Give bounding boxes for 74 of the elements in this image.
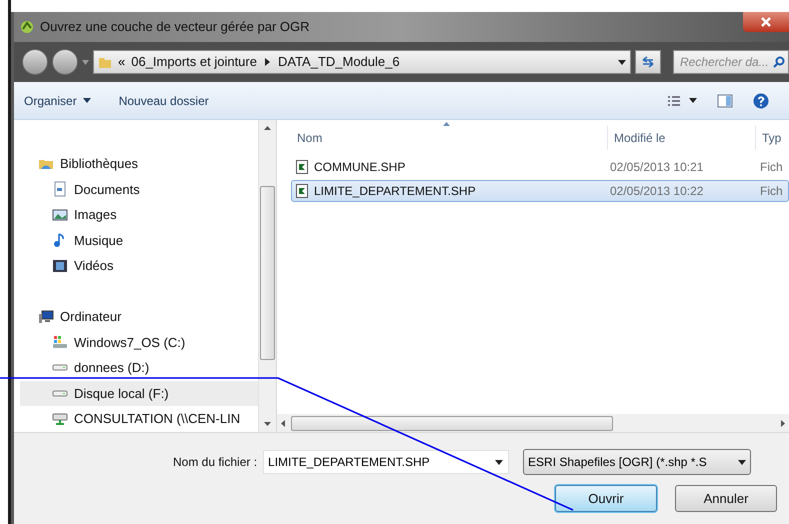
column-header[interactable]: Modifié le [607,126,755,150]
search-icon [773,56,785,68]
navigation-item[interactable]: Ordinateur [20,304,258,330]
caret-icon [689,98,697,103]
refresh-button[interactable] [635,50,661,74]
preview-pane-button[interactable] [717,94,733,108]
document-icon [52,181,68,198]
app-icon [20,20,34,34]
open-button[interactable]: Ouvrir [555,485,657,512]
netdrive-icon [52,412,68,425]
navigation-item[interactable]: CONSULTATION (\\CEN-LIN [20,406,258,432]
breadcrumb-link[interactable]: 06_Imports et jointure [131,52,257,72]
dropdown-arrow-icon[interactable] [618,60,626,64]
window-title: Ouvrez une couche de vecteur gérée par OGR [40,18,310,36]
file-type-dropdown[interactable]: ESRI Shapefiles [OGR] (*.shp *.S [523,449,752,475]
view-options-button[interactable] [667,94,697,106]
cancel-button[interactable]: Annuler [675,485,777,512]
nav-scrollbar[interactable] [258,120,276,432]
file-type: Fich [760,183,783,200]
breadcrumb-link[interactable]: DATA_TD_Module_6 [278,52,400,72]
computer-icon [38,308,54,325]
file-name: COMMUNE.SHP [314,159,406,176]
organize-menu-button[interactable]: Organiser [24,92,91,110]
modified-date: 02/05/2013 10:21 [610,159,704,176]
sort-arrow-icon [443,122,450,126]
navigation-item[interactable]: Documents [20,176,258,202]
navigation-item[interactable]: Windows7_OS (C:) [20,330,258,355]
scrollbar-thumb[interactable] [291,416,613,430]
navigation-item[interactable]: Bibliothèques [20,151,258,176]
caret-icon [495,460,504,465]
drive-icon [52,364,68,372]
forward-button[interactable] [52,49,78,75]
help-button[interactable] [753,92,769,108]
navigation-item[interactable]: Musique [20,228,258,253]
scroll-left-icon[interactable] [281,420,285,426]
column-header[interactable]: Nom [297,126,607,150]
caret-icon [82,98,91,103]
overflow-chevron[interactable]: « [118,52,126,72]
scroll-right-icon[interactable] [781,420,785,426]
scrollbar-thumb[interactable] [260,186,275,360]
address-bar[interactable]: « 06_Imports et jointure DATA_TD_Module_6 [93,50,631,74]
close-button[interactable] [743,12,789,32]
close-icon [761,17,771,27]
refresh-icon [641,56,655,68]
navigation-item[interactable]: donnees (D:) [20,355,258,380]
horizontal-scrollbar[interactable] [277,414,789,432]
new-folder-button[interactable]: Nouveau dossier [118,92,209,110]
video-icon [52,258,68,274]
search-field[interactable]: Rechercher da... [673,50,789,74]
help-icon [753,92,769,108]
file-name: LIMITE_DEPARTEMENT.SHP [314,183,476,200]
navigation-item[interactable]: Vidéos [20,253,258,278]
folder-icon [98,55,112,69]
navigation-item[interactable]: Disque local (F:) [20,380,258,406]
preview-pane-icon [717,94,733,108]
caret-icon [738,460,746,464]
column-header[interactable]: Typ [755,126,785,150]
separator-arrow-icon[interactable] [264,58,270,66]
scroll-down-icon[interactable] [264,422,271,426]
shapefile-icon [296,160,308,174]
drive-icon [52,390,68,397]
list-view-icon [667,94,681,106]
navigation-item[interactable]: Images [20,202,258,228]
image-icon [52,206,68,223]
file-type: Fich [760,159,783,176]
file-row[interactable]: COMMUNE.SHP 02/05/2013 10:21 Fich [291,156,789,178]
modified-date: 02/05/2013 10:22 [610,183,704,200]
scroll-up-icon[interactable] [264,126,271,130]
shapefile-icon [296,184,308,198]
filename-label: Nom du fichier : [173,454,258,471]
filename-field[interactable]: LIMITE_DEPARTEMENT.SHP [263,450,510,474]
back-button[interactable] [22,49,48,75]
file-row[interactable]: LIMITE_DEPARTEMENT.SHP 02/05/2013 10:22 Fich [291,180,789,202]
osdrive-icon [52,334,68,350]
